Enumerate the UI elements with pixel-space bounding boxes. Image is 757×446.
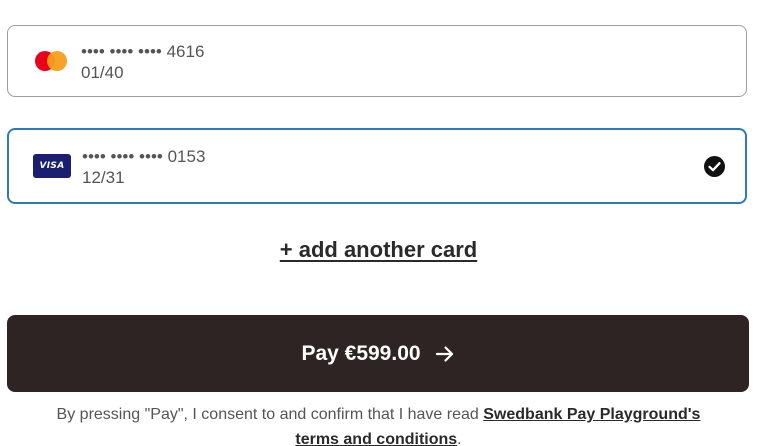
- terms-link[interactable]: terms and conditions: [295, 431, 457, 446]
- mastercard-logo-icon: [32, 49, 70, 73]
- card-details: •••• •••• •••• 4616 01/40: [81, 42, 204, 83]
- card-details: •••• •••• •••• 0153 12/31: [82, 147, 205, 188]
- visa-logo-icon: VISA: [33, 154, 71, 178]
- consent-suffix: .: [457, 431, 462, 446]
- add-another-card-link[interactable]: + add another card: [0, 237, 757, 263]
- card-number: •••• •••• •••• 4616: [81, 42, 205, 61]
- saved-card-visa[interactable]: VISA •••• •••• •••• 0153 12/31: [7, 128, 747, 204]
- consent-prefix: By pressing "Pay", I consent to and conf…: [56, 406, 484, 423]
- saved-card-mastercard[interactable]: •••• •••• •••• 4616 01/40: [7, 25, 747, 97]
- payment-page: •••• •••• •••• 4616 01/40 VISA •••• ••••…: [0, 0, 757, 446]
- checkmark-icon: [704, 156, 725, 177]
- card-number: •••• •••• •••• 0153: [82, 147, 206, 166]
- pay-button[interactable]: Pay €599.00: [7, 315, 749, 392]
- pay-button-label: Pay €599.00: [301, 341, 421, 365]
- playground-link[interactable]: Swedbank Pay Playground's: [483, 406, 700, 423]
- card-expiry: 01/40: [81, 63, 124, 82]
- arrow-right-icon: [435, 344, 455, 364]
- consent-text: By pressing "Pay", I consent to and conf…: [0, 402, 757, 446]
- card-expiry: 12/31: [82, 168, 125, 187]
